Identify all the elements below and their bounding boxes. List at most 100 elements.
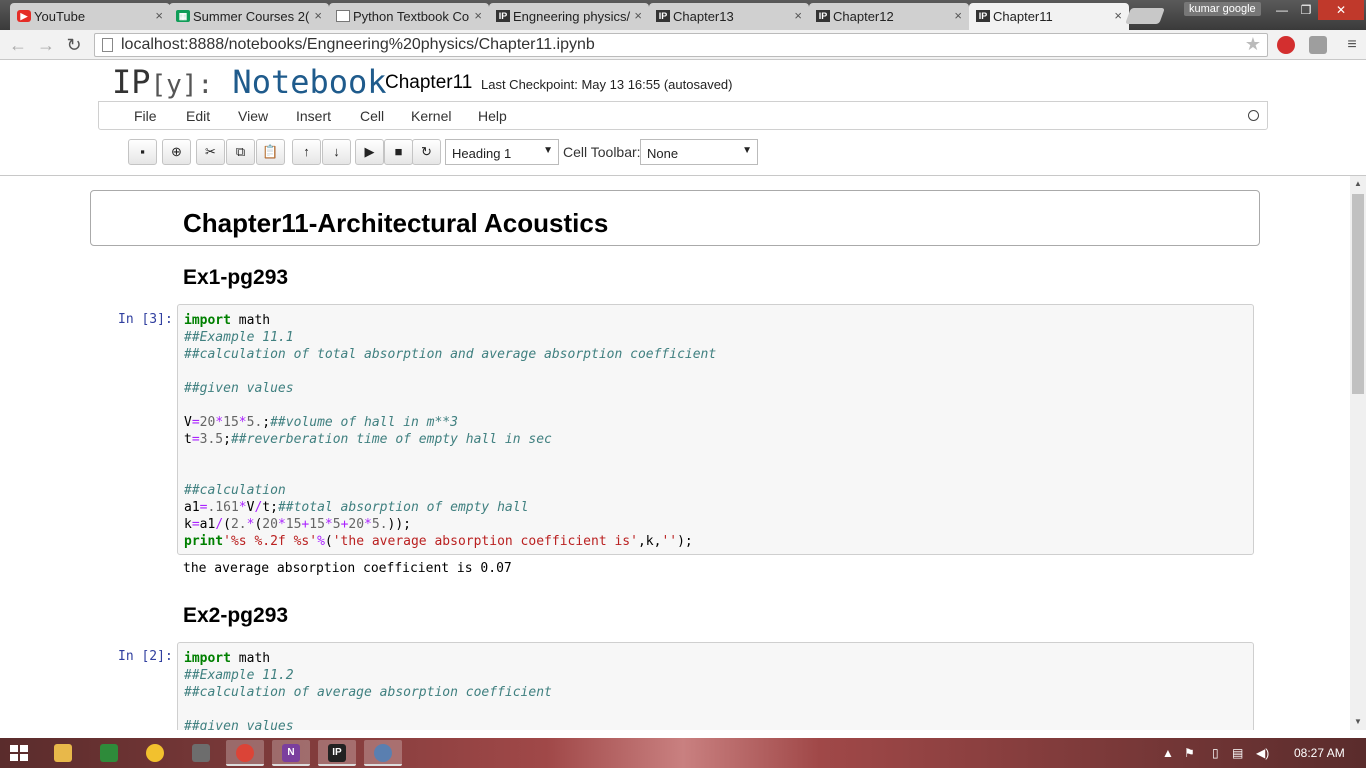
scroll-down-icon[interactable]: ▼	[1350, 714, 1366, 730]
taskbar-ipython[interactable]: IP	[318, 740, 356, 766]
bookmark-star-icon[interactable]: ★	[1245, 34, 1261, 55]
tab-youtube[interactable]: ▶ YouTube ×	[10, 3, 170, 30]
tray-expand-icon[interactable]: ▲	[1162, 746, 1174, 760]
page-icon	[102, 38, 113, 52]
notebook-area[interactable]: Chapter11-Architectural Acoustics Ex1-pg…	[0, 176, 1350, 730]
ex1-code-cell[interactable]: import math ##Example 11.1 ##calculation…	[177, 304, 1254, 555]
close-tab-icon[interactable]: ×	[954, 8, 962, 23]
forward-icon[interactable]: →	[34, 33, 58, 57]
document-icon	[336, 10, 350, 22]
ex1-output: the average absorption coefficient is 0.…	[183, 561, 512, 576]
ipython-icon: IP	[496, 10, 510, 22]
close-tab-icon[interactable]: ×	[155, 8, 163, 23]
copy-icon[interactable]: ⧉	[226, 139, 255, 165]
ipython-icon: IP	[656, 10, 670, 22]
ex1-input-prompt: In [3]:	[118, 312, 173, 327]
scrollbar-thumb[interactable]	[1352, 194, 1364, 394]
tab-chapter11[interactable]: IP Chapter11 ×	[969, 3, 1129, 30]
extension-power-icon[interactable]	[1277, 36, 1295, 54]
action-center-flag-icon[interactable]: ⚑	[1184, 746, 1195, 760]
onenote-icon: N	[282, 744, 300, 762]
battery-icon[interactable]: ▯	[1212, 746, 1219, 760]
menu-insert[interactable]: Insert	[296, 108, 331, 124]
tab-label: Chapter13	[673, 9, 734, 24]
folder-icon	[54, 744, 72, 762]
tab-chapter12[interactable]: IP Chapter12 ×	[809, 3, 969, 30]
taskbar-clock[interactable]: 08:27 AM	[1294, 746, 1345, 760]
kernel-idle-icon	[1248, 110, 1259, 121]
taskbar-app[interactable]	[182, 740, 220, 766]
cell-type-select[interactable]: Heading 1 ▼	[445, 139, 559, 165]
cut-icon[interactable]: ✂	[196, 139, 225, 165]
close-tab-icon[interactable]: ×	[794, 8, 802, 23]
tab-label: YouTube	[34, 9, 86, 24]
back-icon[interactable]: ←	[6, 33, 30, 57]
taskbar-paint[interactable]	[364, 740, 402, 766]
paste-icon[interactable]: 📋	[256, 139, 285, 165]
cell-toolbar-select[interactable]: None ▼	[640, 139, 758, 165]
interrupt-icon[interactable]: ■	[384, 139, 413, 165]
close-tab-icon[interactable]: ×	[314, 8, 322, 23]
youtube-icon: ▶	[17, 10, 31, 22]
save-icon[interactable]: ▪	[128, 139, 157, 165]
notebook-name[interactable]: Chapter11	[385, 72, 472, 94]
windows-start-icon[interactable]	[10, 745, 28, 761]
ex2-heading[interactable]: Ex2-pg293	[183, 604, 288, 628]
windows-taskbar: N IP ▲ ⚑ ▯ ▤ ◀) 08:27 AM	[0, 738, 1366, 768]
logo-ip: IP	[112, 63, 151, 101]
ex1-heading[interactable]: Ex1-pg293	[183, 266, 288, 290]
close-tab-icon[interactable]: ×	[1114, 8, 1122, 23]
notebook-toolbar: ▪ ⊕ ✂ ⧉ 📋 ↑ ↓ ▶ ■ ↻ Heading 1 ▼ Cell Too…	[0, 130, 1366, 174]
menu-cell[interactable]: Cell	[360, 108, 384, 124]
menu-help[interactable]: Help	[478, 108, 507, 124]
close-tab-icon[interactable]: ×	[474, 8, 482, 23]
menu-icon[interactable]: ≡	[1340, 33, 1364, 57]
sheets-icon: ▦	[176, 10, 190, 22]
menu-edit[interactable]: Edit	[186, 108, 210, 124]
notebook-title-heading: Chapter11-Architectural Acoustics	[183, 208, 609, 238]
browser-toolbar: ← → ↻ localhost:8888/notebooks/Engneerin…	[0, 30, 1366, 60]
taskbar-store[interactable]	[90, 740, 128, 766]
paint-icon	[374, 744, 392, 762]
chevron-down-icon: ▼	[742, 145, 752, 156]
tab-label: Chapter12	[833, 9, 894, 24]
taskbar-tips[interactable]	[136, 740, 174, 766]
insert-cell-icon[interactable]: ⊕	[162, 139, 191, 165]
close-window-icon[interactable]: ✕	[1318, 0, 1364, 20]
ex2-code-cell[interactable]: import math ##Example 11.2 ##calculation…	[177, 642, 1254, 730]
restore-icon[interactable]: ❐	[1294, 0, 1318, 20]
address-bar[interactable]: localhost:8888/notebooks/Engneering%20ph…	[94, 33, 1268, 57]
reload-icon[interactable]: ↻	[62, 33, 86, 57]
run-cell-icon[interactable]: ▶	[355, 139, 384, 165]
taskbar-chrome[interactable]	[226, 740, 264, 766]
ipython-logo[interactable]: IP[y]: Notebook	[112, 63, 387, 101]
taskbar-file-explorer[interactable]	[44, 740, 82, 766]
close-tab-icon[interactable]: ×	[634, 8, 642, 23]
move-up-icon[interactable]: ↑	[292, 139, 321, 165]
minimize-icon[interactable]: —	[1270, 0, 1294, 20]
cell-toolbar-label: Cell Toolbar:	[563, 144, 641, 160]
tab-label: Chapter11	[993, 9, 1053, 24]
logo-notebook: Notebook	[232, 63, 387, 101]
network-icon[interactable]: ▤	[1232, 746, 1243, 760]
ex2-input-prompt: In [2]:	[118, 649, 173, 664]
tab-python-textbook[interactable]: Python Textbook Co ×	[329, 3, 489, 30]
extension-shield-icon[interactable]	[1309, 36, 1327, 54]
cell-type-value: Heading 1	[452, 146, 512, 161]
profile-name[interactable]: kumar google	[1184, 2, 1261, 16]
menu-view[interactable]: View	[238, 108, 268, 124]
menu-kernel[interactable]: Kernel	[411, 108, 451, 124]
tab-chapter13[interactable]: IP Chapter13 ×	[649, 3, 809, 30]
chrome-icon	[236, 744, 254, 762]
volume-icon[interactable]: ◀)	[1256, 746, 1269, 760]
tab-engineering-physics[interactable]: IP Engneering physics/ ×	[489, 3, 649, 30]
move-down-icon[interactable]: ↓	[322, 139, 351, 165]
menu-file[interactable]: File	[134, 108, 157, 124]
taskbar-onenote[interactable]: N	[272, 740, 310, 766]
tab-label: Python Textbook Co	[353, 9, 470, 24]
tab-summer-courses[interactable]: ▦ Summer Courses 2( ×	[169, 3, 329, 30]
scroll-up-icon[interactable]: ▲	[1350, 176, 1366, 192]
restart-icon[interactable]: ↻	[412, 139, 441, 165]
new-tab-button[interactable]	[1125, 8, 1165, 24]
page-scrollbar[interactable]: ▲ ▼	[1350, 176, 1366, 730]
